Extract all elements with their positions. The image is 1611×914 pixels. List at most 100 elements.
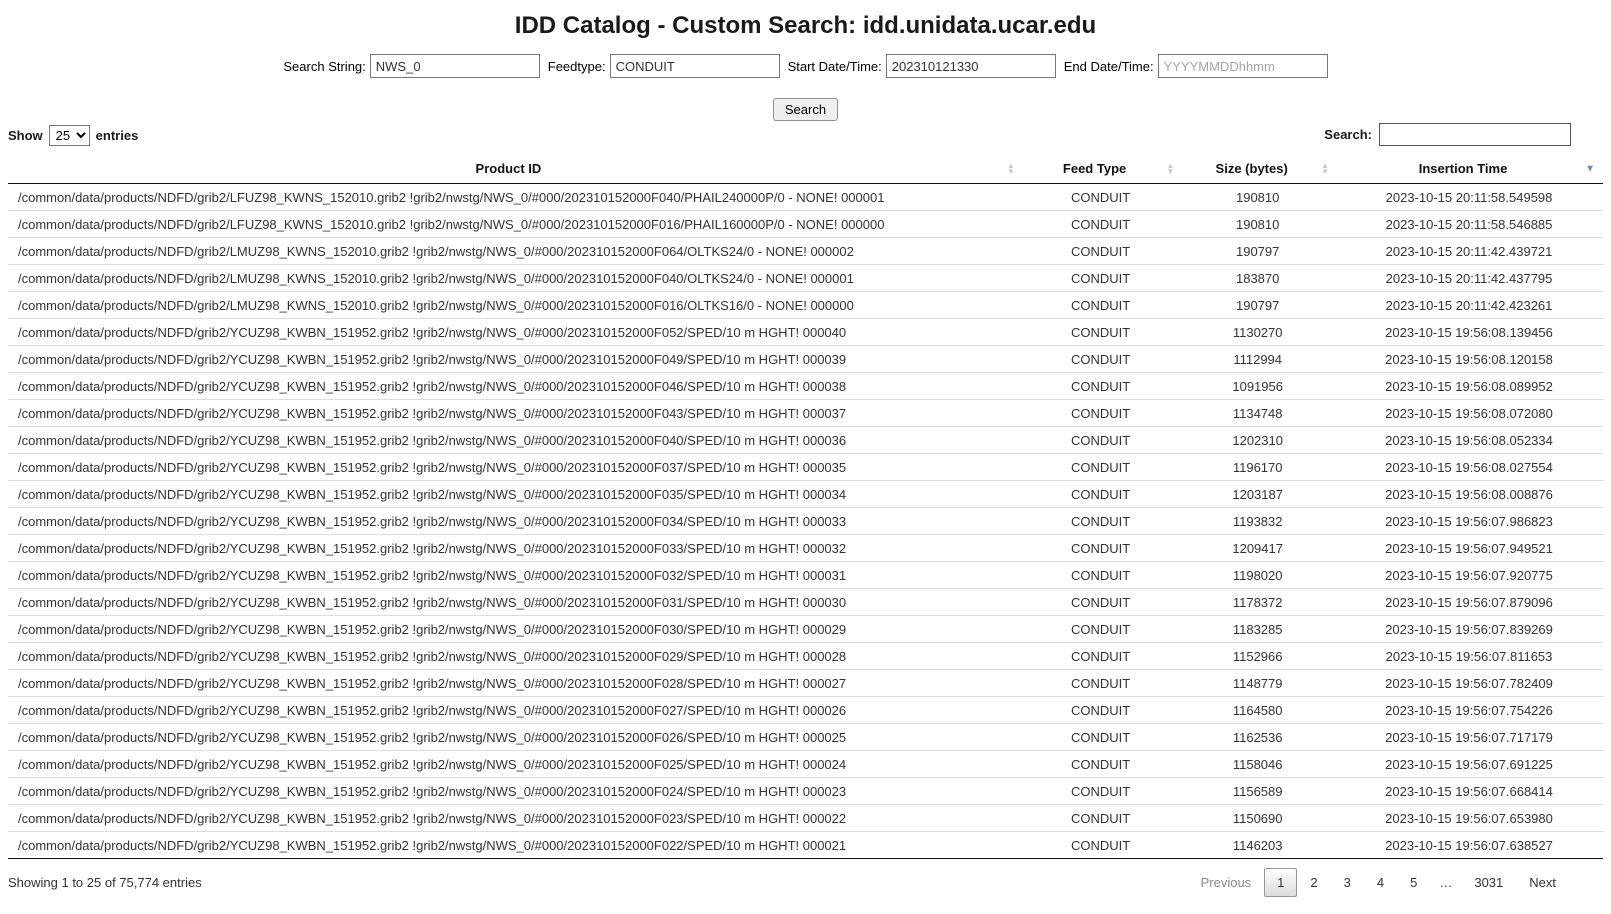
start-datetime-field-group: Start Date/Time: bbox=[788, 54, 1056, 78]
page-length-control: Show 25 entries bbox=[8, 125, 138, 146]
column-header-label: Insertion Time bbox=[1419, 161, 1508, 176]
size-cell: 1164580 bbox=[1180, 697, 1335, 724]
size-cell: 1178372 bbox=[1180, 589, 1335, 616]
column-header-label: Product ID bbox=[476, 161, 542, 176]
feed-type-cell: CONDUIT bbox=[1021, 535, 1181, 562]
product-id-cell: /common/data/products/NDFD/grib2/YCUZ98_… bbox=[8, 697, 1021, 724]
feed-type-cell: CONDUIT bbox=[1021, 778, 1181, 805]
search-button[interactable]: Search bbox=[773, 98, 838, 121]
product-id-cell: /common/data/products/NDFD/grib2/YCUZ98_… bbox=[8, 427, 1021, 454]
product-id-cell: /common/data/products/NDFD/grib2/YCUZ98_… bbox=[8, 400, 1021, 427]
table-row[interactable]: /common/data/products/NDFD/grib2/YCUZ98_… bbox=[8, 535, 1603, 562]
feed-type-cell: CONDUIT bbox=[1021, 346, 1181, 373]
size-cell: 1091956 bbox=[1180, 373, 1335, 400]
table-row[interactable]: /common/data/products/NDFD/grib2/YCUZ98_… bbox=[8, 616, 1603, 643]
column-header-feed-type[interactable]: Feed Type ▲▼ bbox=[1021, 154, 1181, 184]
feed-type-cell: CONDUIT bbox=[1021, 292, 1181, 319]
insertion-time-cell: 2023-10-15 20:11:42.439721 bbox=[1335, 238, 1603, 265]
table-row[interactable]: /common/data/products/NDFD/grib2/YCUZ98_… bbox=[8, 508, 1603, 535]
pagination-next-button[interactable]: Next bbox=[1516, 868, 1569, 897]
product-id-cell: /common/data/products/NDFD/grib2/YCUZ98_… bbox=[8, 373, 1021, 400]
size-cell: 1209417 bbox=[1180, 535, 1335, 562]
product-id-cell: /common/data/products/NDFD/grib2/YCUZ98_… bbox=[8, 805, 1021, 832]
custom-search-form: Search String: Feedtype: Start Date/Time… bbox=[8, 54, 1603, 78]
pagination-pages: 12345…3031 bbox=[1264, 868, 1516, 897]
feed-type-cell: CONDUIT bbox=[1021, 265, 1181, 292]
pagination-page-button[interactable]: 3 bbox=[1331, 868, 1364, 897]
table-row[interactable]: /common/data/products/NDFD/grib2/YCUZ98_… bbox=[8, 724, 1603, 751]
size-cell: 1162536 bbox=[1180, 724, 1335, 751]
size-cell: 1158046 bbox=[1180, 751, 1335, 778]
size-cell: 1203187 bbox=[1180, 481, 1335, 508]
insertion-time-cell: 2023-10-15 19:56:07.986823 bbox=[1335, 508, 1603, 535]
table-row[interactable]: /common/data/products/NDFD/grib2/YCUZ98_… bbox=[8, 589, 1603, 616]
feed-type-cell: CONDUIT bbox=[1021, 724, 1181, 751]
product-id-cell: /common/data/products/NDFD/grib2/YCUZ98_… bbox=[8, 562, 1021, 589]
insertion-time-cell: 2023-10-15 19:56:08.139456 bbox=[1335, 319, 1603, 346]
table-row[interactable]: /common/data/products/NDFD/grib2/YCUZ98_… bbox=[8, 832, 1603, 859]
pagination-page-button[interactable]: 3031 bbox=[1461, 868, 1516, 897]
pagination-page-button[interactable]: 4 bbox=[1364, 868, 1397, 897]
pagination-page-button[interactable]: 1 bbox=[1264, 868, 1297, 897]
column-header-product-id[interactable]: Product ID ▲▼ bbox=[8, 154, 1021, 184]
table-search-input[interactable] bbox=[1379, 123, 1571, 146]
insertion-time-cell: 2023-10-15 19:56:07.879096 bbox=[1335, 589, 1603, 616]
table-row[interactable]: /common/data/products/NDFD/grib2/YCUZ98_… bbox=[8, 427, 1603, 454]
product-id-cell: /common/data/products/NDFD/grib2/YCUZ98_… bbox=[8, 724, 1021, 751]
table-row[interactable]: /common/data/products/NDFD/grib2/YCUZ98_… bbox=[8, 562, 1603, 589]
product-id-cell: /common/data/products/NDFD/grib2/YCUZ98_… bbox=[8, 589, 1021, 616]
table-row[interactable]: /common/data/products/NDFD/grib2/YCUZ98_… bbox=[8, 751, 1603, 778]
table-row[interactable]: /common/data/products/NDFD/grib2/YCUZ98_… bbox=[8, 346, 1603, 373]
pagination-page-button[interactable]: 2 bbox=[1297, 868, 1330, 897]
insertion-time-cell: 2023-10-15 19:56:07.638527 bbox=[1335, 832, 1603, 859]
insertion-time-cell: 2023-10-15 19:56:07.668414 bbox=[1335, 778, 1603, 805]
table-row[interactable]: /common/data/products/NDFD/grib2/YCUZ98_… bbox=[8, 643, 1603, 670]
search-string-label: Search String: bbox=[283, 59, 365, 74]
insertion-time-cell: 2023-10-15 19:56:07.782409 bbox=[1335, 670, 1603, 697]
size-cell: 1183285 bbox=[1180, 616, 1335, 643]
table-row[interactable]: /common/data/products/NDFD/grib2/LMUZ98_… bbox=[8, 292, 1603, 319]
pagination-previous-button[interactable]: Previous bbox=[1188, 868, 1265, 897]
column-header-label: Size (bytes) bbox=[1216, 161, 1288, 176]
feed-type-cell: CONDUIT bbox=[1021, 832, 1181, 859]
product-id-cell: /common/data/products/NDFD/grib2/YCUZ98_… bbox=[8, 319, 1021, 346]
size-cell: 1193832 bbox=[1180, 508, 1335, 535]
page-length-select[interactable]: 25 bbox=[49, 125, 90, 146]
feedtype-field-group: Feedtype: bbox=[548, 54, 780, 78]
feed-type-cell: CONDUIT bbox=[1021, 319, 1181, 346]
table-row[interactable]: /common/data/products/NDFD/grib2/YCUZ98_… bbox=[8, 697, 1603, 724]
product-id-cell: /common/data/products/NDFD/grib2/YCUZ98_… bbox=[8, 481, 1021, 508]
insertion-time-cell: 2023-10-15 19:56:07.811653 bbox=[1335, 643, 1603, 670]
table-row[interactable]: /common/data/products/NDFD/grib2/YCUZ98_… bbox=[8, 805, 1603, 832]
table-row[interactable]: /common/data/products/NDFD/grib2/YCUZ98_… bbox=[8, 400, 1603, 427]
size-cell: 190810 bbox=[1180, 211, 1335, 238]
product-id-cell: /common/data/products/NDFD/grib2/YCUZ98_… bbox=[8, 670, 1021, 697]
feed-type-cell: CONDUIT bbox=[1021, 508, 1181, 535]
table-row[interactable]: /common/data/products/NDFD/grib2/YCUZ98_… bbox=[8, 670, 1603, 697]
product-id-cell: /common/data/products/NDFD/grib2/YCUZ98_… bbox=[8, 643, 1021, 670]
insertion-time-cell: 2023-10-15 20:11:42.437795 bbox=[1335, 265, 1603, 292]
pagination-page-button[interactable]: 5 bbox=[1397, 868, 1430, 897]
column-header-size-bytes[interactable]: Size (bytes) ▲▼ bbox=[1180, 154, 1335, 184]
table-row[interactable]: /common/data/products/NDFD/grib2/YCUZ98_… bbox=[8, 778, 1603, 805]
insertion-time-cell: 2023-10-15 19:56:07.717179 bbox=[1335, 724, 1603, 751]
size-cell: 1150690 bbox=[1180, 805, 1335, 832]
table-row[interactable]: /common/data/products/NDFD/grib2/YCUZ98_… bbox=[8, 454, 1603, 481]
column-header-insertion-time[interactable]: Insertion Time ▼ bbox=[1335, 154, 1603, 184]
table-row[interactable]: /common/data/products/NDFD/grib2/YCUZ98_… bbox=[8, 319, 1603, 346]
feedtype-input[interactable] bbox=[610, 54, 780, 78]
table-row[interactable]: /common/data/products/NDFD/grib2/YCUZ98_… bbox=[8, 373, 1603, 400]
search-string-input[interactable] bbox=[370, 54, 540, 78]
end-datetime-label: End Date/Time: bbox=[1064, 59, 1154, 74]
start-datetime-input[interactable] bbox=[886, 54, 1056, 78]
table-row[interactable]: /common/data/products/NDFD/grib2/LFUZ98_… bbox=[8, 211, 1603, 238]
feed-type-cell: CONDUIT bbox=[1021, 427, 1181, 454]
table-body: /common/data/products/NDFD/grib2/LFUZ98_… bbox=[8, 184, 1603, 859]
feed-type-cell: CONDUIT bbox=[1021, 211, 1181, 238]
table-row[interactable]: /common/data/products/NDFD/grib2/YCUZ98_… bbox=[8, 481, 1603, 508]
table-row[interactable]: /common/data/products/NDFD/grib2/LMUZ98_… bbox=[8, 238, 1603, 265]
end-datetime-input[interactable] bbox=[1158, 54, 1328, 78]
product-id-cell: /common/data/products/NDFD/grib2/LMUZ98_… bbox=[8, 238, 1021, 265]
table-row[interactable]: /common/data/products/NDFD/grib2/LMUZ98_… bbox=[8, 265, 1603, 292]
table-row[interactable]: /common/data/products/NDFD/grib2/LFUZ98_… bbox=[8, 184, 1603, 211]
